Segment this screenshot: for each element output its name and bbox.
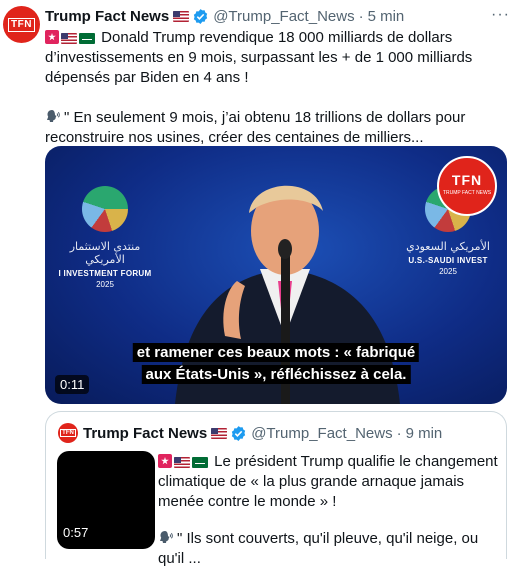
quoted-author-handle[interactable]: @Trump_Fact_News <box>251 425 392 442</box>
video-duration: 0:11 <box>55 375 90 394</box>
tweet-line-1: Donald Trump revendique 18 000 milliards… <box>45 29 473 86</box>
saudi-flag-icon <box>192 457 208 468</box>
forum-left-year: 2025 <box>96 280 114 289</box>
tweet-header: Trump Fact News @Trump_Fact_News · 5 min… <box>45 6 510 26</box>
author-handle[interactable]: @Trump_Fact_News <box>213 8 354 25</box>
forum-left-arabic: منتدى الاستثمار الأمريكي <box>69 240 141 266</box>
speaking-head-icon <box>158 529 174 545</box>
separator-dot: · <box>396 424 402 442</box>
quoted-line-1: Le président Trump qualifie le changemen… <box>158 453 498 510</box>
verified-badge-icon <box>230 425 247 442</box>
video-caption: et ramener ces beaux mots : « fabriqué a… <box>132 342 420 386</box>
separator-dot: · <box>358 7 364 25</box>
verified-badge-icon <box>192 8 209 25</box>
caption-line-2: aux États-Unis », réfléchissez à cela. <box>141 365 411 384</box>
red-star-icon <box>45 30 59 44</box>
quoted-author-name[interactable]: Trump Fact News <box>83 425 207 442</box>
quoted-timestamp[interactable]: 9 min <box>406 425 443 442</box>
avatar[interactable]: TFN <box>3 6 40 43</box>
us-flag-icon <box>211 427 228 439</box>
forum-left-english: I INVESTMENT FORUM <box>58 269 152 278</box>
quoted-video-thumbnail[interactable]: 0:57 <box>57 451 155 549</box>
quoted-tweet-header: TFN Trump Fact News @Trump_Fact_News · 9… <box>58 423 442 443</box>
author-name[interactable]: Trump Fact News <box>45 8 169 25</box>
us-flag-icon <box>174 457 190 468</box>
avatar-logo: TFN <box>8 17 35 32</box>
quoted-avatar[interactable]: TFN <box>58 423 78 443</box>
tfn-watermark-text: TFN <box>451 172 483 188</box>
quoted-paragraph-1: Le président Trump qualifie le changemen… <box>158 452 502 512</box>
timestamp[interactable]: 5 min <box>368 8 405 25</box>
tweet-text: Donald Trump revendique 18 000 milliards… <box>45 28 515 148</box>
quoted-line-2: " Ils sont couverts, qu'il pleuve, qu'il… <box>158 530 479 567</box>
tweet-line-2: " En seulement 9 mois, j’ai obtenu 18 tr… <box>45 109 466 146</box>
tfn-watermark-logo: TFN TRUMP FACT NEWS <box>437 156 497 216</box>
quoted-avatar-logo: TFN <box>60 429 76 437</box>
quoted-tweet-text: Le président Trump qualifie le changemen… <box>158 452 502 569</box>
quoted-tweet[interactable]: TFN Trump Fact News @Trump_Fact_News · 9… <box>45 411 507 567</box>
quoted-paragraph-2: " Ils sont couverts, qu'il pleuve, qu'il… <box>158 529 502 569</box>
forum-right-arabic: الأمريكي السعودي <box>406 240 490 253</box>
us-flag-icon <box>173 10 190 22</box>
video-player[interactable]: منتدى الاستثمار الأمريكي I INVESTMENT FO… <box>45 146 507 404</box>
forum-emblem-icon <box>82 186 128 232</box>
tfn-watermark-subtext: TRUMP FACT NEWS <box>442 190 492 196</box>
tweet-paragraph-1: Donald Trump revendique 18 000 milliards… <box>45 28 515 88</box>
more-icon[interactable]: ··· <box>491 6 510 24</box>
quoted-video-duration: 0:57 <box>63 525 89 540</box>
forum-logo-left: منتدى الاستثمار الأمريكي I INVESTMENT FO… <box>50 186 160 289</box>
saudi-flag-icon <box>79 33 95 44</box>
red-star-icon <box>158 454 172 468</box>
tweet-paragraph-2: " En seulement 9 mois, j’ai obtenu 18 tr… <box>45 108 515 148</box>
forum-right-year: 2025 <box>439 267 457 276</box>
us-flag-icon <box>61 33 77 44</box>
caption-line-1: et ramener ces beaux mots : « fabriqué <box>132 343 420 362</box>
speaking-head-icon <box>45 108 61 124</box>
forum-right-english: U.S.-SAUDI INVEST <box>408 256 488 265</box>
